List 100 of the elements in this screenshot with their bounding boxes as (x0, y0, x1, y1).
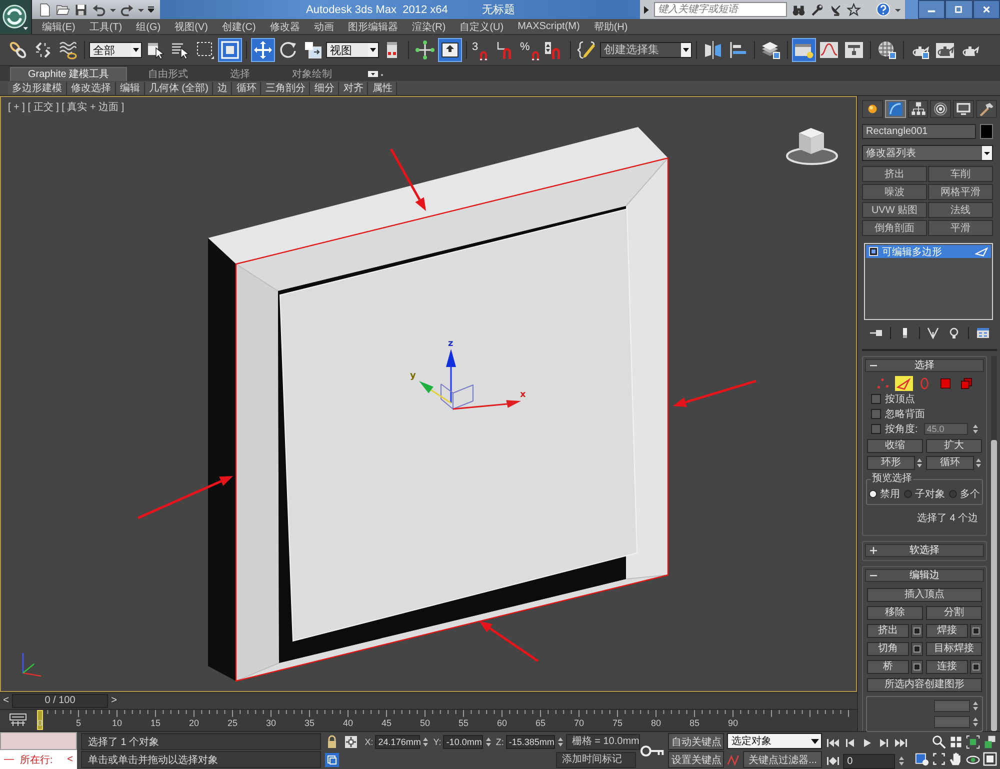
maximize-viewport-icon[interactable] (982, 752, 997, 766)
stacked-cubes-icon[interactable] (982, 735, 997, 749)
input-field[interactable] (934, 716, 970, 728)
spinner-arrows-icon[interactable] (556, 736, 564, 748)
edge-tool-button[interactable]: 焊接 (926, 624, 968, 638)
save-icon[interactable] (74, 2, 88, 16)
edge-tool-button[interactable]: 目标焊接 (926, 642, 982, 656)
open-folder-icon[interactable] (56, 2, 70, 16)
menu-item[interactable]: 视图(V) (174, 20, 208, 34)
ribbon-panel-button[interactable]: 多边形建模 (8, 82, 67, 94)
modifier-button[interactable]: 法线 (928, 202, 993, 218)
modify-tab[interactable] (884, 100, 906, 118)
listener-input-field[interactable] (0, 732, 77, 750)
settings-icon[interactable] (970, 624, 982, 638)
move-gizmo[interactable] (419, 349, 521, 410)
menu-item[interactable]: 组(G) (136, 20, 161, 34)
move-button[interactable] (251, 38, 275, 62)
input-field[interactable] (934, 700, 970, 712)
expand-arrow-icon[interactable] (644, 6, 649, 14)
loop-button[interactable]: 循环 (926, 456, 974, 470)
ribbon-panel-button[interactable]: 几何体 (全部) (145, 82, 214, 94)
ring-button[interactable]: 环形 (867, 456, 916, 470)
checkbox[interactable] (871, 408, 881, 418)
magnifier-icon[interactable] (932, 735, 946, 749)
listener-output[interactable]: — 所在行: < (0, 750, 77, 769)
spinner-arrows-icon[interactable] (972, 700, 980, 712)
edge-tool-button[interactable]: 所选内容创建图形 (867, 678, 982, 692)
grid-squares-icon[interactable] (948, 735, 963, 749)
auto-key-button[interactable]: 自动关键点 (668, 733, 724, 750)
manipulate-button[interactable] (413, 38, 437, 62)
rollout-header[interactable]: 软选择 (865, 544, 984, 557)
radio-button[interactable] (869, 490, 877, 498)
view-cube-icon[interactable] (786, 128, 838, 165)
key-mode-dropdown[interactable]: 选定对象 (727, 733, 822, 749)
settings-icon[interactable] (911, 660, 924, 674)
settings-icon[interactable] (970, 660, 982, 674)
radio-button[interactable] (904, 490, 912, 498)
mini-curve-editor-icon[interactable] (8, 712, 28, 728)
override-button[interactable] (438, 38, 462, 62)
scrollbar[interactable] (991, 356, 997, 731)
motion-tab[interactable] (930, 100, 952, 118)
redo-icon[interactable] (120, 2, 134, 16)
menu-item[interactable]: 图形编辑器 (348, 20, 398, 34)
menu-item[interactable]: 创建(C) (222, 20, 256, 34)
app-menu-button[interactable] (0, 0, 32, 34)
key-icon[interactable] (640, 744, 666, 758)
edge-mode-button[interactable] (894, 376, 913, 390)
checkbox[interactable] (871, 424, 881, 434)
ribbon-panel-button[interactable]: 边 (213, 82, 232, 94)
rollout-header[interactable]: 编辑边 (865, 569, 984, 582)
close-button[interactable] (972, 0, 1000, 19)
scrollbar-thumb[interactable] (991, 440, 997, 731)
modifier-button[interactable]: 挤出 (862, 166, 927, 182)
settings-icon[interactable] (911, 624, 924, 638)
menu-item[interactable]: 编辑(E) (42, 20, 76, 34)
menu-item[interactable]: MAXScript(M) (518, 21, 580, 32)
ribbon-panel-button[interactable]: 编辑 (116, 82, 145, 94)
modifier-button[interactable]: UVW 贴图 (862, 202, 927, 218)
modifier-button[interactable]: 噪波 (862, 184, 927, 200)
coordinate-field[interactable]: 24.176mm (375, 735, 420, 749)
edge-tool-button[interactable]: 挤出 (867, 624, 910, 638)
dropdown[interactable]: 创建选择集 (600, 42, 692, 58)
star-icon[interactable] (847, 2, 861, 16)
grid-window-icon[interactable] (976, 327, 990, 339)
key-filters-button[interactable]: 关键点过滤器... (743, 751, 822, 768)
edge-tool-button[interactable]: 切角 (867, 642, 910, 656)
utilities-tab[interactable] (976, 100, 997, 118)
next-frame-button[interactable]: > (108, 694, 120, 708)
previous-frame-button[interactable]: < (0, 694, 12, 708)
panel-options-icon[interactable] (367, 69, 386, 79)
dropdown[interactable]: 视图 (326, 42, 379, 58)
ribbon-tab[interactable]: 对象绘制 (271, 67, 354, 81)
modifier-button[interactable]: 倒角剖面 (862, 220, 927, 236)
ribbon-panel-button[interactable]: 属性 (368, 82, 398, 94)
coordinate-field[interactable]: -10.0mm (443, 735, 483, 749)
hierarchy-tab[interactable] (908, 100, 928, 118)
frame-field[interactable]: 0 (843, 754, 896, 768)
settings-icon[interactable] (911, 642, 924, 656)
satellite-icon[interactable] (828, 2, 842, 16)
spinner-arrows-icon[interactable] (898, 755, 906, 767)
menu-item[interactable]: 渲染(R) (412, 20, 446, 34)
viewport[interactable]: x y z [ + ] [ 正交 ] [ 真实 + 边面 ] (0, 96, 857, 692)
fork-icon[interactable] (926, 327, 940, 339)
time-slider-thumb[interactable]: 0 / 100 (12, 694, 108, 708)
add-time-tag-button[interactable]: 添加时间标记 (556, 752, 636, 768)
edge-tool-button[interactable]: 移除 (867, 606, 924, 620)
checkbox[interactable] (871, 394, 881, 404)
ribbon-tab[interactable]: Graphite 建模工具 (10, 67, 128, 81)
skip-end-icon[interactable] (894, 738, 908, 748)
shrink-button[interactable]: 收缩 (867, 439, 924, 453)
menu-item[interactable]: 帮助(H) (594, 20, 628, 34)
rollout-header[interactable]: 选择 (865, 359, 984, 372)
grow-button[interactable]: 扩大 (926, 439, 982, 453)
menu-item[interactable]: 修改器 (270, 20, 300, 34)
set-key-button[interactable]: 设置关键点 (668, 751, 724, 768)
object-name-field[interactable]: Rectangle001 (862, 124, 976, 139)
menu-item[interactable]: 动画 (314, 20, 334, 34)
crossing-button[interactable] (218, 38, 242, 62)
ribbon-panel-button[interactable]: 三角剖分 (261, 82, 310, 94)
dropdown[interactable]: 全部 (89, 42, 142, 58)
